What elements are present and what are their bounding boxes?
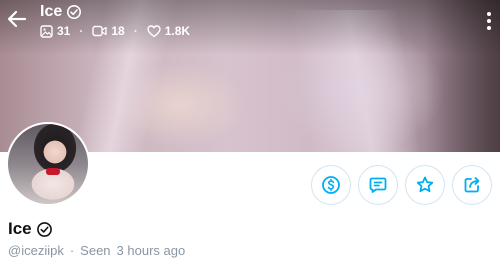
back-arrow-icon: [7, 10, 27, 28]
separator-dot: ·: [133, 24, 138, 38]
likes-stat: 1.8K: [147, 24, 190, 38]
likes-count: 1.8K: [164, 24, 191, 38]
profile-meta: @iceziipk · Seen 3 hours ago: [8, 243, 185, 258]
separator-dot: ·: [79, 24, 84, 38]
tip-button[interactable]: [311, 165, 351, 205]
photos-count: 31: [57, 24, 71, 38]
verified-badge-icon: [36, 221, 52, 237]
share-icon: [464, 177, 480, 193]
share-button[interactable]: [452, 165, 492, 205]
verified-badge-icon: [67, 5, 82, 19]
back-button[interactable]: [6, 8, 28, 30]
videos-count: 18: [111, 24, 125, 38]
profile-actions: [311, 165, 492, 205]
profile-name: Ice: [8, 219, 53, 239]
username[interactable]: @iceziipk: [8, 243, 64, 258]
dollar-icon: [322, 176, 340, 194]
seen-label: Seen: [80, 243, 111, 258]
profile-display-name: Ice: [8, 219, 32, 238]
heart-icon: [147, 24, 161, 37]
videos-stat: 18: [92, 24, 125, 38]
avatar[interactable]: [6, 122, 90, 206]
header-name: Ice: [40, 3, 63, 20]
message-button[interactable]: [358, 165, 398, 205]
image-icon: [40, 24, 53, 38]
favorite-button[interactable]: [405, 165, 445, 205]
photos-stat: 31: [40, 24, 70, 38]
star-icon: [416, 176, 434, 193]
avatar-detail: [46, 168, 60, 175]
header-title: Ice: [40, 3, 82, 21]
last-seen-time: 3 hours ago: [116, 243, 186, 258]
more-vertical-icon: [487, 12, 491, 30]
message-icon: [369, 177, 387, 193]
separator-dot: ·: [69, 243, 75, 258]
header-stats: 31 · 18 · 1.8K: [40, 24, 190, 38]
more-options-button[interactable]: [484, 10, 494, 32]
video-icon: [92, 25, 108, 37]
cover-banner: [0, 0, 500, 152]
